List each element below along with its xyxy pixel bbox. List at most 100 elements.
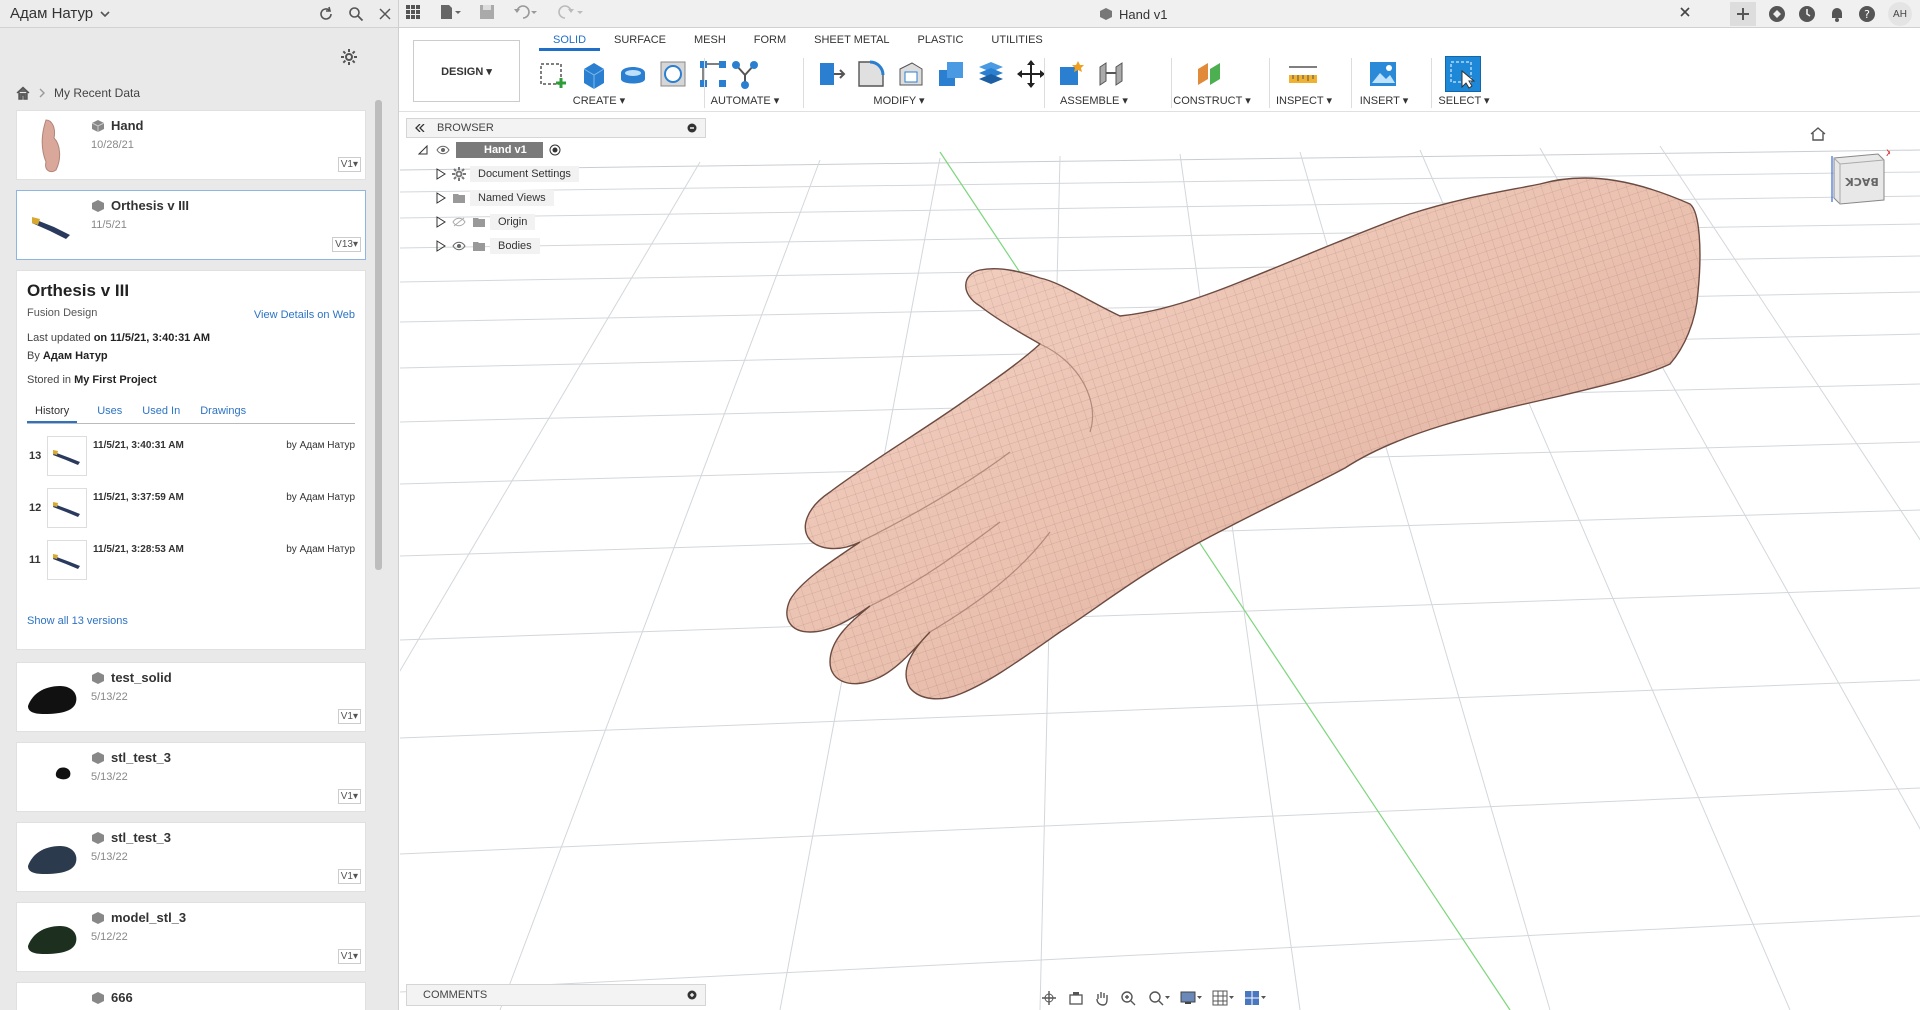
create-menu[interactable]: CREATE ▾ xyxy=(499,94,699,107)
construct-menu[interactable]: CONSTRUCT ▾ xyxy=(1157,94,1267,107)
pattern-icon[interactable] xyxy=(697,56,729,92)
browser-options-icon[interactable] xyxy=(687,123,697,133)
history-row[interactable]: 12 11/5/21, 3:37:59 AM by Адам Натур xyxy=(27,484,355,536)
triangle-right-icon[interactable] xyxy=(436,192,446,204)
offset-plane-icon[interactable] xyxy=(1193,56,1225,92)
browser-root-node[interactable]: Hand v1 xyxy=(406,138,706,162)
fillet-icon[interactable] xyxy=(855,56,887,92)
tab-mesh[interactable]: MESH xyxy=(680,32,740,51)
inspect-menu[interactable]: INSPECT ▾ xyxy=(1259,94,1349,107)
close-icon[interactable] xyxy=(378,7,392,21)
triangle-right-icon[interactable] xyxy=(436,240,446,252)
tab-history[interactable]: History xyxy=(27,401,78,423)
replace-face-icon[interactable] xyxy=(975,56,1007,92)
triangle-right-icon[interactable] xyxy=(436,168,446,180)
activate-radio-icon[interactable] xyxy=(549,144,561,156)
root-component[interactable]: Hand v1 xyxy=(456,142,543,158)
viewports-icon[interactable] xyxy=(1244,990,1266,1006)
browser-node[interactable]: Origin xyxy=(406,210,706,234)
tab-form[interactable]: FORM xyxy=(740,32,800,51)
modify-menu[interactable]: MODIFY ▾ xyxy=(749,94,1049,107)
list-item[interactable]: Hand 10/28/21 V1▾ xyxy=(16,110,366,180)
pan-hand-icon[interactable] xyxy=(1094,990,1110,1006)
history-row[interactable]: 13 11/5/21, 3:40:31 AM by Адам Натур xyxy=(27,432,355,484)
version-badge[interactable]: V1▾ xyxy=(337,869,361,884)
triangle-down-icon[interactable] xyxy=(418,145,428,155)
home-icon[interactable] xyxy=(16,86,30,100)
view-details-on-web-link[interactable]: View Details on Web xyxy=(254,309,355,321)
tab-sheet-metal[interactable]: SHEET METAL xyxy=(800,32,903,51)
eye-icon[interactable] xyxy=(436,145,450,155)
refresh-icon[interactable] xyxy=(318,6,334,22)
orbit-icon[interactable] xyxy=(1040,990,1058,1006)
avatar[interactable]: AH xyxy=(1888,2,1912,26)
version-badge[interactable]: V1▾ xyxy=(337,709,361,724)
look-at-icon[interactable] xyxy=(1068,990,1084,1006)
user-menu[interactable]: Адам Натур xyxy=(10,5,111,22)
view-cube[interactable]: BACK X xyxy=(1810,127,1892,211)
zoom-icon[interactable] xyxy=(1120,990,1138,1006)
list-item[interactable]: stl_test_3 5/13/22 V1▾ xyxy=(16,822,366,892)
history-row[interactable]: 11 11/5/21, 3:28:53 AM by Адам Натур xyxy=(27,536,355,588)
show-all-versions-link[interactable]: Show all 13 versions xyxy=(27,615,128,627)
browser-node[interactable]: Document Settings xyxy=(406,162,706,186)
version-badge[interactable]: V1▾ xyxy=(337,157,361,172)
project-link[interactable]: My First Project xyxy=(74,374,157,386)
comments-panel[interactable]: COMMENTS xyxy=(406,984,706,1006)
app-grid-icon[interactable] xyxy=(405,4,421,20)
workspace-switcher-button[interactable]: DESIGN ▾ xyxy=(413,40,520,102)
eye-icon[interactable] xyxy=(452,241,466,251)
search-icon[interactable] xyxy=(348,6,364,22)
tab-utilities[interactable]: UTILITIES xyxy=(977,32,1056,51)
list-item[interactable]: test_solid 5/13/22 V1▾ xyxy=(16,662,366,732)
save-icon[interactable] xyxy=(479,4,495,20)
job-status-icon[interactable] xyxy=(1798,5,1816,23)
insert-menu[interactable]: INSERT ▾ xyxy=(1339,94,1429,107)
insert-image-icon[interactable] xyxy=(1367,56,1399,92)
list-item[interactable]: stl_test_3 5/13/22 V1▾ xyxy=(16,742,366,812)
move-icon[interactable] xyxy=(1015,56,1047,92)
help-icon[interactable]: ? xyxy=(1858,5,1876,23)
hole-icon[interactable] xyxy=(657,56,689,92)
joint-icon[interactable] xyxy=(1095,56,1127,92)
version-badge[interactable]: V1▾ xyxy=(337,949,361,964)
grid-settings-icon[interactable] xyxy=(1212,990,1234,1006)
home-view-icon[interactable] xyxy=(1810,126,1826,142)
version-badge[interactable]: V1▾ xyxy=(337,789,361,804)
browser-node[interactable]: Named Views xyxy=(406,186,706,210)
tab-surface[interactable]: SURFACE xyxy=(600,32,680,51)
select-menu[interactable]: SELECT ▾ xyxy=(1419,94,1509,107)
display-settings-icon[interactable] xyxy=(1180,990,1202,1006)
list-item[interactable]: 666 xyxy=(16,982,366,1010)
extrude-icon[interactable] xyxy=(577,56,609,92)
close-tab-icon[interactable] xyxy=(1679,6,1691,18)
new-component-icon[interactable] xyxy=(1055,56,1087,92)
eye-hidden-icon[interactable] xyxy=(452,217,466,227)
tab-uses[interactable]: Uses xyxy=(97,401,122,423)
list-item-selected[interactable]: Orthesis v III 11/5/21 V13▾ xyxy=(16,190,366,260)
tab-solid[interactable]: SOLID xyxy=(539,32,601,51)
redo-icon[interactable] xyxy=(557,4,583,20)
3d-viewport[interactable]: BROWSER Hand v1 Document Settings Named … xyxy=(400,112,1920,1010)
press-pull-icon[interactable] xyxy=(815,56,847,92)
add-comment-icon[interactable] xyxy=(687,990,697,1000)
document-tab[interactable]: Hand v1 xyxy=(1099,0,1167,28)
version-badge[interactable]: V13▾ xyxy=(332,237,361,252)
collapse-panel-icon[interactable] xyxy=(415,124,425,132)
revolve-icon[interactable] xyxy=(617,56,649,92)
shell-icon[interactable] xyxy=(895,56,927,92)
tab-used-in[interactable]: Used In xyxy=(142,401,180,423)
tab-drawings[interactable]: Drawings xyxy=(200,401,246,423)
fit-zoom-icon[interactable] xyxy=(1148,990,1170,1006)
notifications-icon[interactable] xyxy=(1828,5,1846,23)
browser-node[interactable]: Bodies xyxy=(406,234,706,258)
file-menu-icon[interactable] xyxy=(439,4,461,20)
undo-icon[interactable] xyxy=(513,4,539,20)
combine-icon[interactable] xyxy=(935,56,967,92)
gear-icon[interactable] xyxy=(340,48,358,66)
extensions-icon[interactable] xyxy=(1768,5,1786,23)
tab-plastic[interactable]: PLASTIC xyxy=(904,32,978,51)
measure-icon[interactable] xyxy=(1287,56,1319,92)
triangle-right-icon[interactable] xyxy=(436,216,446,228)
list-item[interactable]: model_stl_3 5/12/22 V1▾ xyxy=(16,902,366,972)
